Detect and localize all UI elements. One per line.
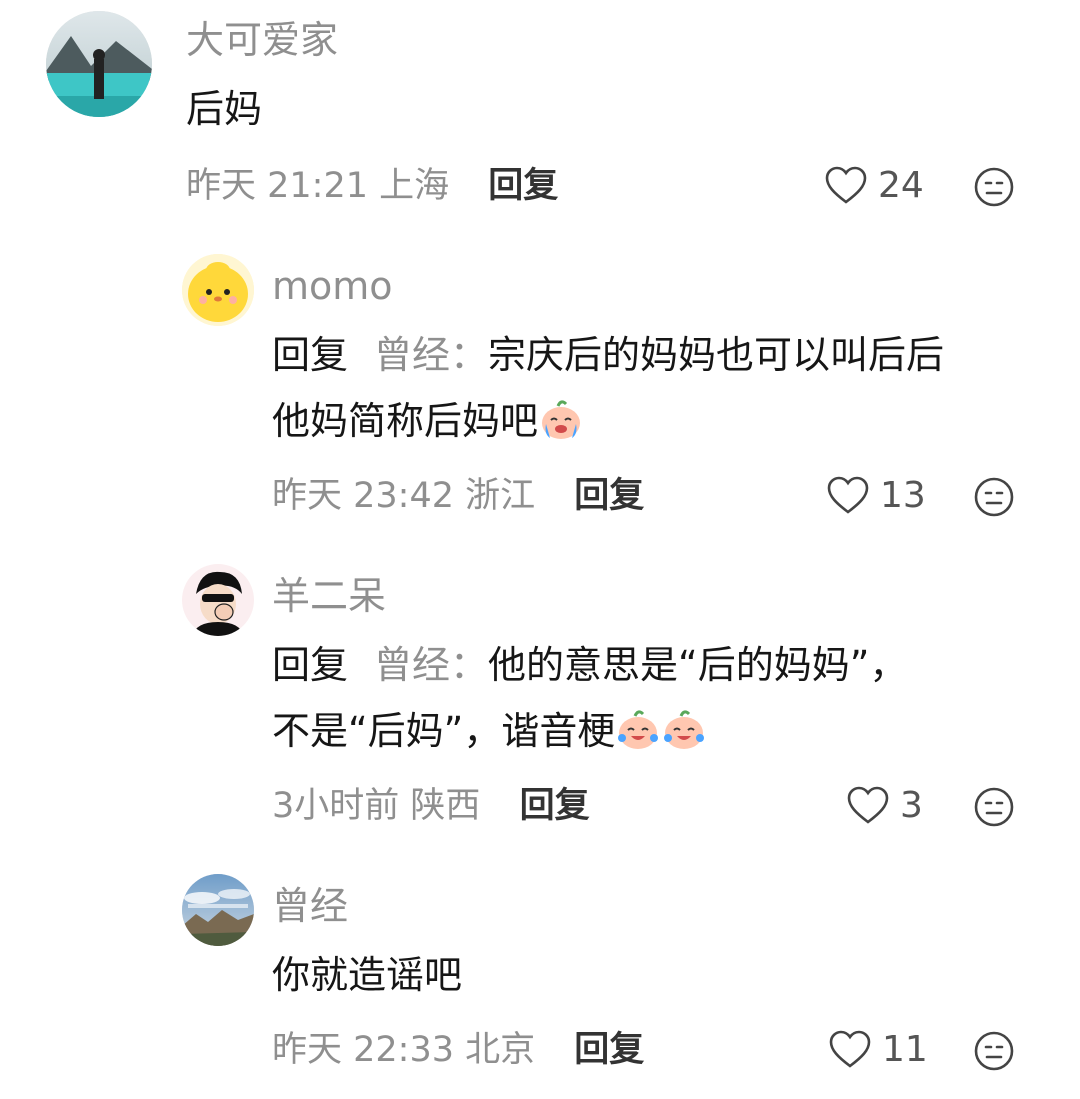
comment-meta: 3小时前 陕西 回复 [272,784,590,828]
comment-author[interactable]: 曾经 [272,884,348,928]
comment-time: 昨天 21:21 [186,166,368,206]
comment-item: momo 回复 曾经：宗庆后的妈妈也可以叫后后 他妈简称后妈吧 昨天 23:42 … [0,230,1080,540]
reply-target[interactable]: 曾经： [374,643,488,687]
reaction-emoji-icon[interactable] [973,786,1015,828]
comment-item: 羊二呆 回复 曾经：他的意思是“后的妈妈”， 不是“后妈”，谐音梗 3小时前 陕西… [0,540,1080,850]
comment-item: 大可爱家 后妈 昨天 21:21 上海 回复 24 [0,0,1080,230]
avatar-image [182,254,254,326]
like-count: 3 [900,785,923,826]
comment-text-line: 他的意思是“后的妈妈”， [488,643,908,687]
like-button[interactable]: 11 [828,1028,928,1072]
reply-prefix: 回复 [272,333,349,377]
reply-target[interactable]: 曾经： [374,333,488,377]
comment-author[interactable]: 大可爱家 [186,18,338,62]
heart-icon [827,476,869,514]
reply-button[interactable]: 回复 [488,166,558,206]
like-count: 11 [882,1029,928,1070]
reply-prefix: 回复 [272,643,349,687]
crying-emoji-icon [542,400,581,439]
laugh-cry-emoji-icon [618,710,659,749]
comment-text: 回复 曾经：他的意思是“后的妈妈”， [272,632,907,698]
comment-text-line: 他妈简称后妈吧 [272,399,539,443]
comment-text-line: 不是“后妈”，谐音梗 [272,709,616,753]
avatar[interactable] [46,11,152,117]
comment-author[interactable]: momo [272,264,393,308]
avatar-image [46,11,152,117]
like-button[interactable]: 24 [824,164,924,208]
comment-item: 曾经 你就造谣吧 昨天 22:33 北京 回复 11 [0,850,1080,1099]
comment-text: 你就造谣吧 [272,953,463,997]
comment-text: 后妈 [186,87,263,131]
comment-location: 上海 [379,166,450,206]
comment-meta: 昨天 23:42 浙江 回复 [272,474,644,518]
comment-location: 浙江 [465,476,536,516]
reaction-emoji-icon[interactable] [973,1030,1015,1072]
comment-text: 回复 曾经：宗庆后的妈妈也可以叫后后 [272,322,944,388]
comment-text: 不是“后妈”，谐音梗 [272,698,707,764]
reply-button[interactable]: 回复 [574,1030,644,1070]
like-button[interactable]: 3 [846,784,923,828]
avatar-image [182,564,254,636]
comment-time: 昨天 22:33 [272,1030,454,1070]
reply-button[interactable]: 回复 [520,786,590,826]
comment-time: 3小时前 [272,786,400,826]
like-count: 13 [880,475,926,516]
like-count: 24 [878,165,924,206]
comment-location: 北京 [465,1030,536,1070]
heart-icon [847,786,889,824]
like-button[interactable]: 13 [826,474,926,518]
reaction-emoji-icon[interactable] [973,476,1015,518]
heart-icon [829,1030,871,1068]
comment-author[interactable]: 羊二呆 [272,574,386,618]
heart-icon [825,166,867,204]
avatar-image [182,874,254,946]
comment-meta: 昨天 21:21 上海 回复 [186,164,558,208]
laugh-cry-emoji-icon [664,710,705,749]
reaction-emoji-icon[interactable] [973,166,1015,208]
avatar[interactable] [182,874,254,946]
avatar[interactable] [182,254,254,326]
comment-text: 他妈简称后妈吧 [272,388,584,454]
comment-text-line: 宗庆后的妈妈也可以叫后后 [488,333,945,377]
comment-meta: 昨天 22:33 北京 回复 [272,1028,644,1072]
comment-time: 昨天 23:42 [272,476,454,516]
avatar[interactable] [182,564,254,636]
reply-button[interactable]: 回复 [574,476,644,516]
comment-location: 陕西 [410,786,481,826]
